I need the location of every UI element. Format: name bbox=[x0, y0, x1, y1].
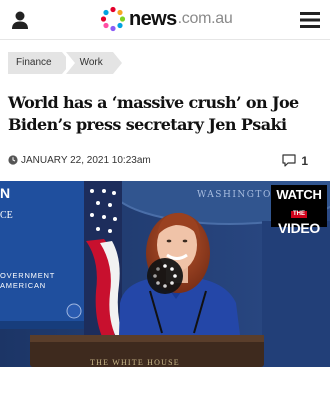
loading-spinner-icon bbox=[147, 258, 183, 294]
article-headline: World has a ‘massive crush’ on Joe Biden… bbox=[8, 93, 299, 134]
badge-video: VIDEO bbox=[277, 220, 321, 236]
screen-text-1: N bbox=[0, 185, 10, 201]
wall-text: WASHINGTON bbox=[197, 190, 281, 200]
site-logo[interactable]: news .com.au bbox=[100, 6, 233, 32]
logo-brand: news bbox=[129, 7, 177, 30]
badge-the: THE bbox=[291, 211, 307, 218]
comment-count[interactable]: 1 bbox=[301, 154, 308, 168]
comment-icon[interactable] bbox=[282, 154, 296, 167]
page-continuation bbox=[0, 367, 330, 394]
watch-video-badge[interactable]: WATCH THE VIDEO bbox=[271, 185, 327, 236]
podium-text: THE WHITE HOUSE bbox=[90, 358, 180, 367]
article-meta: JANUARY 22, 2021 10:23am 1 bbox=[8, 154, 322, 169]
user-icon[interactable] bbox=[10, 10, 30, 30]
screen-text-2: CE bbox=[0, 210, 13, 221]
breadcrumb-finance[interactable]: Finance bbox=[8, 52, 71, 74]
publish-date: JANUARY 22, 2021 10:23am bbox=[21, 155, 151, 166]
site-header: news .com.au bbox=[0, 0, 330, 40]
badge-watch: WATCH bbox=[276, 187, 322, 202]
screen-text-3: OVERNMENT bbox=[0, 271, 55, 280]
screen-text-4: AMERICAN bbox=[0, 281, 46, 290]
logo-tld: .com.au bbox=[177, 10, 233, 27]
breadcrumb-work[interactable]: Work bbox=[65, 52, 122, 74]
clock-icon bbox=[8, 155, 18, 165]
hamburger-menu-icon[interactable] bbox=[300, 11, 320, 29]
breadcrumb: Finance Work bbox=[8, 52, 122, 74]
logo-dots-icon bbox=[100, 6, 126, 32]
